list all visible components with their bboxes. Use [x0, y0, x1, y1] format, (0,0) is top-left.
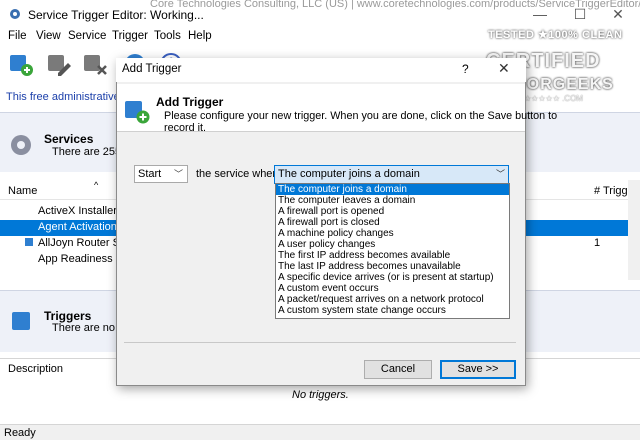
edit-trigger-icon[interactable] [44, 49, 74, 79]
dropdown-option[interactable]: A specific device arrives (or is present… [276, 272, 509, 283]
dropdown-option[interactable]: The first IP address becomes available [276, 250, 509, 261]
dropdown-option[interactable]: A custom system state change occurs [276, 305, 509, 316]
status-text: Ready [4, 427, 36, 439]
row-name: AllJoyn Router Se [38, 237, 127, 249]
dialog-close-icon[interactable]: ✕ [498, 60, 510, 77]
cancel-button[interactable]: Cancel [364, 360, 432, 379]
column-triggers[interactable]: # Trigg [594, 185, 628, 197]
triggers-puzzle-icon [12, 312, 30, 330]
status-bar [0, 424, 640, 440]
dropdown-option[interactable]: The last IP address becomes unavailable [276, 261, 509, 272]
service-trigger-icon [25, 238, 33, 246]
sort-arrow-icon: ^ [94, 180, 99, 190]
dialog-description-line2: record it. [164, 122, 207, 134]
watermark-tested: TESTED ★100% CLEAN [488, 29, 623, 41]
dropdown-option[interactable]: A machine policy changes [276, 228, 509, 239]
services-title: Services [44, 132, 94, 146]
menu-help[interactable]: Help [188, 30, 212, 42]
dropdown-option[interactable]: A firewall port is closed [276, 217, 509, 228]
menu-view[interactable]: View [36, 30, 61, 42]
row-trigger-count: 1 [594, 237, 601, 249]
description-label: Description [8, 363, 64, 375]
help-icon[interactable]: ? [462, 62, 469, 76]
save-button[interactable]: Save >> [440, 360, 516, 379]
dialog-heading: Add Trigger [156, 95, 224, 109]
maximize-icon[interactable]: ☐ [566, 4, 594, 24]
no-triggers-text: No triggers. [292, 389, 349, 401]
row-name: Agent Activation [38, 221, 117, 233]
watermark-stars: ★★★★★ .COM [524, 94, 583, 103]
minimize-icon[interactable]: — [526, 4, 554, 24]
dialog-title: Add Trigger [122, 63, 182, 75]
menu-service[interactable]: Service [68, 30, 106, 42]
list-scrollbar[interactable] [628, 180, 640, 280]
app-gear-icon [10, 9, 20, 19]
dropdown-option[interactable]: A user policy changes [276, 239, 509, 250]
chevron-down-icon: ﹀ [496, 169, 506, 179]
condition-select-value: The computer joins a domain [278, 168, 420, 180]
dropdown-option[interactable]: The computer joins a domain [276, 184, 509, 195]
add-trigger-icon[interactable] [6, 49, 36, 79]
triggers-title: Triggers [44, 309, 92, 323]
row-name: App Readiness [38, 253, 113, 265]
add-trigger-icon [125, 101, 150, 124]
dropdown-option[interactable]: The computer leaves a domain [276, 195, 509, 206]
row-name: ActiveX Installer ( [38, 205, 124, 217]
window-title: Service Trigger Editor: Working... [28, 8, 204, 22]
action-select-value: Start [138, 168, 162, 180]
dialog-separator [124, 342, 516, 343]
delete-trigger-icon[interactable] [80, 49, 110, 79]
chevron-down-icon: ﹀ [174, 169, 184, 179]
dropdown-option[interactable]: A custom event occurs [276, 283, 509, 294]
close-window-icon[interactable]: ✕ [604, 4, 632, 24]
column-name[interactable]: Name [8, 185, 37, 197]
menu-trigger[interactable]: Trigger [112, 30, 148, 42]
services-gear-icon [11, 135, 31, 155]
menu-tools[interactable]: Tools [154, 30, 181, 42]
dropdown-option[interactable]: A packet/request arrives on a network pr… [276, 294, 509, 305]
dialog-description-line1: Please configure your new trigger. When … [164, 110, 558, 122]
dropdown-option[interactable]: A firewall port is opened [276, 206, 509, 217]
when-label: the service when: [196, 168, 282, 180]
menu-file[interactable]: File [8, 30, 27, 42]
